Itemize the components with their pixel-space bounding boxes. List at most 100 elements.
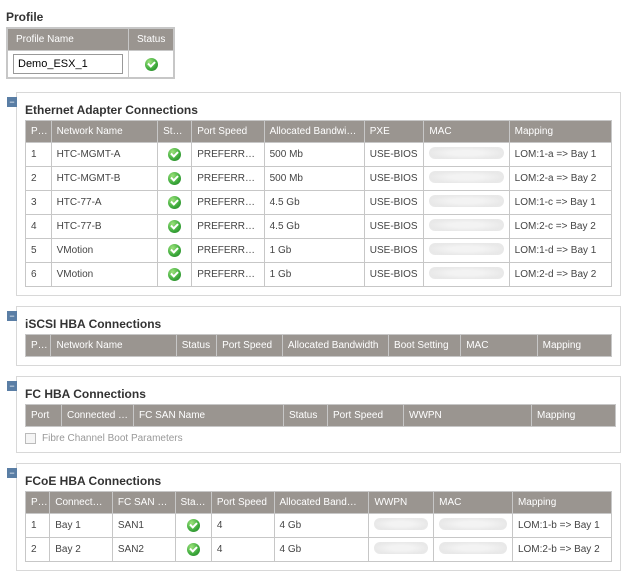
cell-port: 2 <box>26 538 50 562</box>
col-bw: Allocated Bandwidth <box>282 335 388 357</box>
status-ok-icon <box>187 543 200 556</box>
redacted-value <box>429 267 503 279</box>
cell-status <box>175 538 211 562</box>
col-profile-name: Profile Name <box>8 29 129 51</box>
cell-bw: 1 Gb <box>264 239 364 263</box>
status-ok-icon <box>187 519 200 532</box>
cell-port: 3 <box>26 191 52 215</box>
col-boot: Boot Setting <box>389 335 461 357</box>
table-row[interactable]: 2Bay 2SAN244 GbLOM:2-b => Bay 2 <box>26 538 612 562</box>
col-speed: Port Speed <box>217 335 283 357</box>
ethernet-table: Port Network Name Status Port Speed Allo… <box>25 120 612 287</box>
col-mac: MAC <box>424 121 509 143</box>
collapse-icon[interactable] <box>7 311 17 321</box>
cell-speed: PREFERRED <box>192 191 264 215</box>
col-name: Network Name <box>51 335 176 357</box>
cell-bw: 500 Mb <box>264 143 364 167</box>
col-mac: MAC <box>434 492 513 514</box>
cell-port: 5 <box>26 239 52 263</box>
cell-pxe: USE-BIOS <box>364 239 424 263</box>
col-bw: Allocated Bandwidth <box>274 492 369 514</box>
cell-port: 6 <box>26 263 52 287</box>
status-ok-icon <box>168 268 181 281</box>
collapse-icon[interactable] <box>7 468 17 478</box>
cell-mac <box>424 191 509 215</box>
collapse-icon[interactable] <box>7 97 17 107</box>
redacted-value <box>439 518 507 530</box>
checkbox-icon[interactable] <box>25 433 36 444</box>
cell-map: LOM:1-a => Bay 1 <box>509 143 611 167</box>
profile-title: Profile <box>6 10 621 24</box>
fcoe-table: Port Connected To FC SAN Name Status Por… <box>25 491 612 562</box>
col-port: Port <box>26 405 62 427</box>
table-row[interactable]: 2HTC-MGMT-BPREFERRED500 MbUSE-BIOSLOM:2-… <box>26 167 612 191</box>
col-speed: Port Speed <box>328 405 404 427</box>
fc-boot-params[interactable]: Fibre Channel Boot Parameters <box>25 433 612 444</box>
fc-table: Port Connected To FC SAN Name Status Por… <box>25 404 616 427</box>
cell-mac <box>424 215 509 239</box>
cell-map: LOM:2-a => Bay 2 <box>509 167 611 191</box>
cell-san: SAN2 <box>112 538 175 562</box>
cell-mac <box>424 143 509 167</box>
table-row[interactable]: 1Bay 1SAN144 GbLOM:1-b => Bay 1 <box>26 514 612 538</box>
cell-name: VMotion <box>51 239 158 263</box>
col-port: Port <box>26 121 52 143</box>
cell-pxe: USE-BIOS <box>364 215 424 239</box>
cell-status <box>175 514 211 538</box>
col-status: Status <box>175 492 211 514</box>
redacted-value <box>429 147 503 159</box>
cell-pxe: USE-BIOS <box>364 167 424 191</box>
collapse-icon[interactable] <box>7 381 17 391</box>
cell-name: HTC-MGMT-A <box>51 143 158 167</box>
iscsi-table: Port Network Name Status Port Speed Allo… <box>25 334 612 357</box>
redacted-value <box>429 219 503 231</box>
profile-section: Profile Profile Name Status <box>6 10 621 82</box>
col-map: Mapping <box>509 121 611 143</box>
cell-speed: PREFERRED <box>192 239 264 263</box>
col-mac: MAC <box>461 335 537 357</box>
cell-status <box>158 191 192 215</box>
table-row[interactable]: 6VMotionPREFERRED1 GbUSE-BIOSLOM:2-d => … <box>26 263 612 287</box>
cell-speed: PREFERRED <box>192 215 264 239</box>
cell-name: HTC-MGMT-B <box>51 167 158 191</box>
iscsi-title: iSCSI HBA Connections <box>25 317 612 331</box>
col-speed: Port Speed <box>192 121 264 143</box>
fc-header-row: Port Connected To FC SAN Name Status Por… <box>26 405 616 427</box>
ethernet-header-row: Port Network Name Status Port Speed Allo… <box>26 121 612 143</box>
cell-speed: PREFERRED <box>192 167 264 191</box>
cell-mac <box>424 263 509 287</box>
ethernet-title: Ethernet Adapter Connections <box>25 103 612 117</box>
cell-port: 1 <box>26 514 50 538</box>
col-wwpn: WWPN <box>369 492 434 514</box>
redacted-value <box>439 542 507 554</box>
cell-status <box>158 263 192 287</box>
cell-speed: 4 <box>211 538 274 562</box>
cell-speed: 4 <box>211 514 274 538</box>
col-san: FC SAN Name <box>134 405 284 427</box>
cell-mac <box>434 514 513 538</box>
cell-map: LOM:1-c => Bay 1 <box>509 191 611 215</box>
col-conn: Connected To <box>50 492 113 514</box>
cell-map: LOM:1-b => Bay 1 <box>512 514 611 538</box>
table-row[interactable]: 1HTC-MGMT-APREFERRED500 MbUSE-BIOSLOM:1-… <box>26 143 612 167</box>
iscsi-section: iSCSI HBA Connections Port Network Name … <box>6 306 621 366</box>
fcoe-section: FCoE HBA Connections Port Connected To F… <box>6 463 621 571</box>
cell-bw: 4 Gb <box>274 538 369 562</box>
profile-status-cell <box>129 51 174 78</box>
table-row[interactable]: 4HTC-77-BPREFERRED4.5 GbUSE-BIOSLOM:2-c … <box>26 215 612 239</box>
col-map: Mapping <box>512 492 611 514</box>
redacted-value <box>374 518 428 530</box>
cell-bw: 1 Gb <box>264 263 364 287</box>
cell-name: VMotion <box>51 263 158 287</box>
cell-port: 4 <box>26 215 52 239</box>
table-row[interactable]: 3HTC-77-APREFERRED4.5 GbUSE-BIOSLOM:1-c … <box>26 191 612 215</box>
cell-pxe: USE-BIOS <box>364 143 424 167</box>
fc-boot-label: Fibre Channel Boot Parameters <box>42 433 183 444</box>
col-profile-status: Status <box>129 29 174 51</box>
profile-name-input[interactable] <box>13 54 123 74</box>
cell-conn: Bay 2 <box>50 538 113 562</box>
col-wwpn: WWPN <box>404 405 532 427</box>
cell-bw: 500 Mb <box>264 167 364 191</box>
table-row[interactable]: 5VMotionPREFERRED1 GbUSE-BIOSLOM:1-d => … <box>26 239 612 263</box>
cell-bw: 4.5 Gb <box>264 191 364 215</box>
